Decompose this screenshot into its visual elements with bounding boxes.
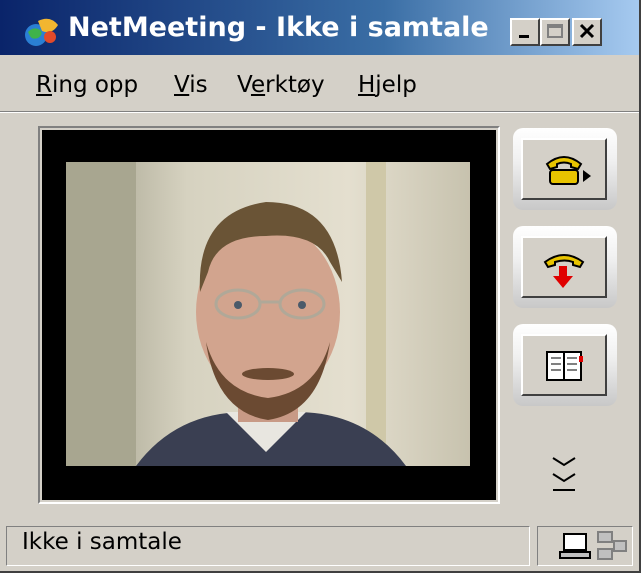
menu-hjelp-label: jelp — [375, 72, 417, 98]
directory-button[interactable] — [521, 334, 607, 396]
menu-ring-opp-mnemonic: R — [36, 72, 52, 98]
close-icon — [579, 23, 595, 39]
menu-verktoy-prefix: V — [237, 72, 251, 98]
hang-up-icon — [543, 254, 585, 288]
call-button-frame — [513, 128, 617, 210]
webcam-person-image — [66, 162, 470, 466]
address-book-icon — [546, 351, 583, 381]
maximize-button[interactable] — [540, 18, 570, 46]
menu-verktoy[interactable]: Verktøy — [237, 72, 325, 98]
video-background — [42, 130, 496, 500]
computer-icon — [559, 533, 591, 559]
status-icons-panel — [537, 526, 633, 566]
netmeeting-window: NetMeeting - Ikke i samtale Ring opp Vis… — [0, 0, 641, 573]
menu-vis-mnemonic: V — [174, 72, 190, 98]
menu-vis[interactable]: Vis — [174, 72, 208, 98]
menu-ring-opp-label: ing opp — [51, 72, 139, 98]
video-panel — [38, 126, 500, 504]
menu-hjelp[interactable]: Hjelp — [358, 72, 417, 98]
menu-verktoy-label: rktøy — [265, 72, 325, 98]
menu-ring-opp[interactable]: Ring opp — [36, 72, 138, 98]
status-text: Ikke i samtale — [22, 529, 182, 555]
menu-verktoy-mnemonic: e — [250, 72, 266, 98]
maximize-icon — [547, 24, 563, 38]
network-icon — [597, 531, 627, 560]
netmeeting-icon — [22, 15, 62, 49]
window-title: NetMeeting - Ikke i samtale — [68, 12, 489, 43]
menu-separator — [0, 111, 639, 113]
video-feed — [66, 162, 470, 466]
minimize-icon — [519, 35, 529, 38]
call-button[interactable] — [521, 138, 607, 200]
menu-vis-label: is — [189, 72, 208, 98]
hang-up-button[interactable] — [521, 236, 607, 298]
directory-button-frame — [513, 324, 617, 406]
expand-chevron-icon[interactable] — [551, 454, 577, 494]
menu-bar: Ring opp Vis Verktøy Hjelp — [0, 58, 639, 108]
minimize-button[interactable] — [510, 18, 540, 46]
title-bar[interactable]: NetMeeting - Ikke i samtale — [0, 0, 639, 55]
phone-icon — [545, 156, 591, 185]
hang-up-button-frame — [513, 226, 617, 308]
menu-hjelp-mnemonic: H — [358, 72, 376, 98]
close-button[interactable] — [572, 18, 602, 46]
